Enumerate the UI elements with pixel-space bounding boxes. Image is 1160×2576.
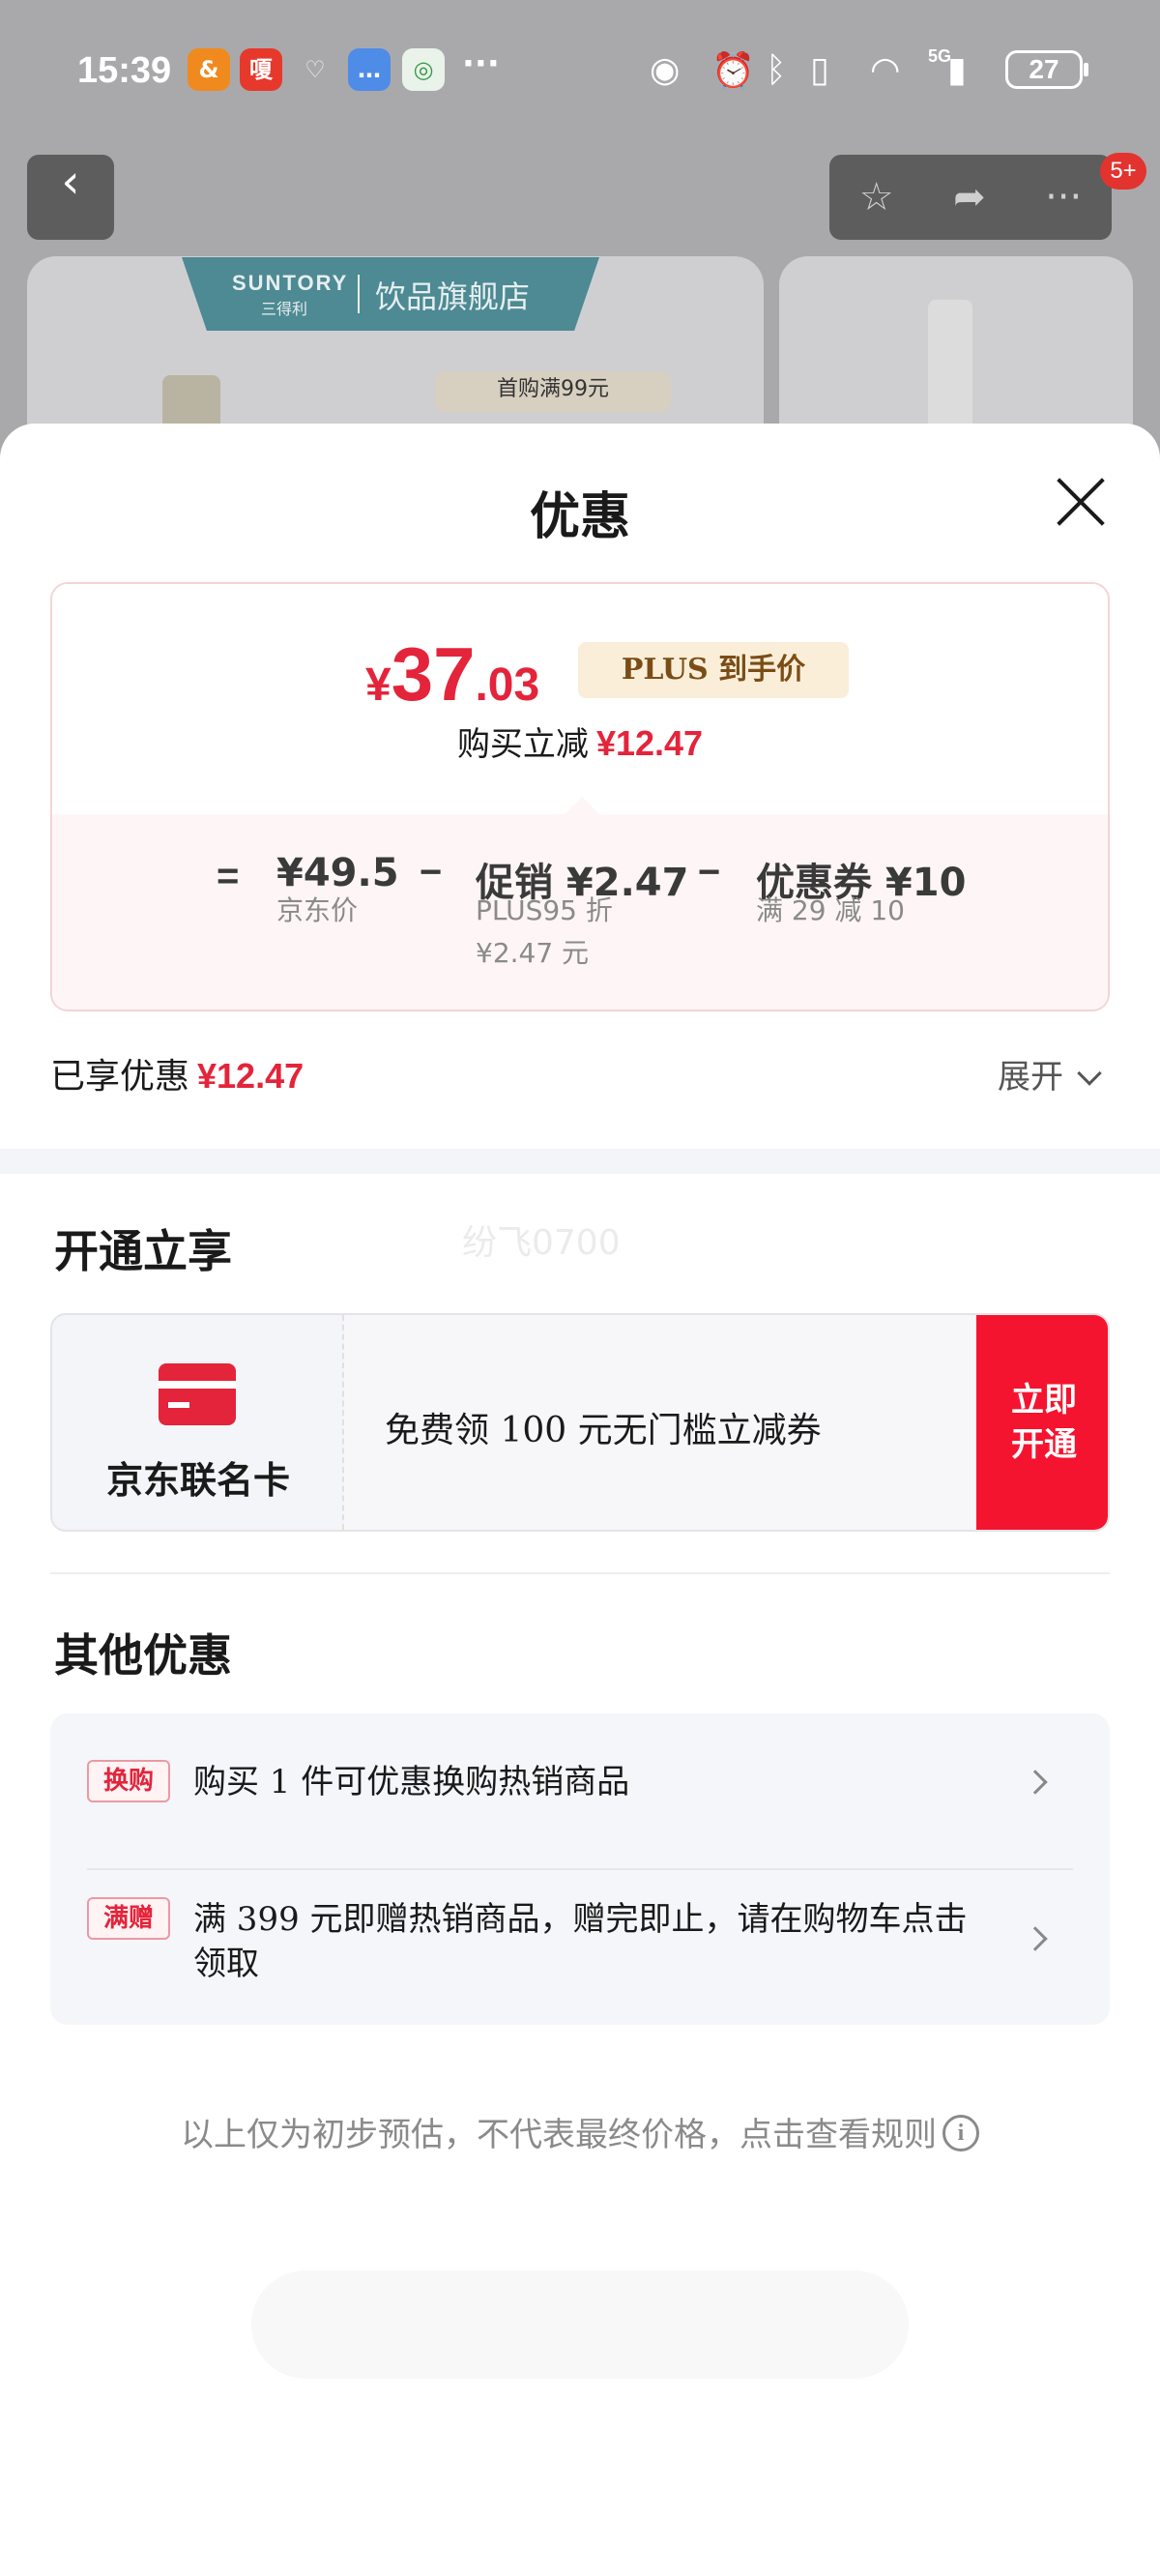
equals-operator: = — [217, 855, 240, 897]
instant-discount: 购买立减 ¥12.47 — [52, 717, 1108, 765]
price-summary: ¥37.03 PLUS 到手价 购买立减 ¥12.47 — [52, 584, 1108, 814]
status-bar: 15:39 & 嗄 ♡ … ◎ ··· ◉ ⏰ ᛒ ▯ ◠ 5G ▮ 27 — [0, 0, 1160, 145]
more-icon[interactable]: ··· — [1045, 175, 1082, 220]
trade-up-tag: 换购 — [87, 1760, 170, 1802]
section-gap — [0, 1149, 1160, 1174]
nav-action-group: ☆ ➦ ··· — [829, 155, 1112, 240]
chevron-down-icon — [1077, 1061, 1102, 1086]
enjoyed-discount-value: ¥12.47 — [197, 1056, 304, 1096]
star-icon[interactable]: ☆ — [859, 175, 894, 220]
minus-operator: − — [420, 851, 443, 893]
instant-discount-value: ¥12.47 — [595, 723, 704, 763]
sheet-title: 优惠 — [529, 487, 630, 546]
chevron-right-icon — [1023, 1770, 1048, 1795]
minus-operator: − — [698, 851, 721, 893]
final-price: ¥37.03 — [365, 630, 539, 718]
bluetooth-icon: ᛒ — [766, 50, 787, 90]
brand-name: SUNTORY — [232, 271, 349, 295]
other-offers-list: 换购 购买 1 件可优惠换购热销商品 满赠 满 399 元即赠热销商品，赠完即止… — [50, 1713, 1110, 2025]
watermark: 纷飞0700 — [462, 1223, 621, 1263]
discount-sheet: 优惠 ¥37.03 PLUS 到手价 购买立减 ¥12.47 = ¥49.5 京东… — [0, 424, 1160, 2576]
credit-card-icon — [159, 1363, 236, 1425]
currency-symbol: ¥ — [365, 659, 392, 711]
battery-indicator: 27 — [1005, 50, 1088, 89]
promotion-detail: PLUS95 折 — [476, 894, 613, 926]
card-name: 京东联名卡 — [105, 1458, 290, 1502]
promotion-detail: ¥2.47 元 — [476, 937, 590, 969]
gift-tag: 满赠 — [87, 1897, 170, 1940]
coupon-detail: 满 29 减 10 — [756, 894, 905, 926]
wifi-icon: ◠ — [870, 50, 901, 90]
share-icon[interactable]: ➦ — [953, 175, 986, 220]
card-offer-desc: 免费领 100 元无门槛立减券 — [385, 1411, 822, 1450]
item-divider — [87, 1868, 1073, 1870]
app-notification-icon: 嗄 — [240, 48, 282, 91]
eye-icon: ◉ — [650, 50, 681, 90]
rules-link[interactable]: 以上仅为初步预估，不代表最终价格，点击查看规则 i — [0, 2108, 1160, 2155]
card-notch — [565, 797, 599, 814]
price-decimal: .03 — [475, 659, 540, 711]
price-breakdown: = ¥49.5 京东价 − 促销 ¥2.47 PLUS95 折 ¥2.47 元 … — [52, 814, 1108, 1010]
message-icon: … — [348, 48, 391, 91]
status-time: 15:39 — [77, 50, 172, 91]
chevron-right-icon — [1023, 1926, 1048, 1951]
jd-price-label: 京东价 — [276, 894, 359, 926]
expand-button[interactable]: 展开 — [998, 1050, 1102, 1098]
mobile-app-icon: ◎ — [402, 48, 445, 91]
vibrate-icon: ▯ — [810, 50, 829, 90]
brand-subname: 三得利 — [261, 300, 308, 318]
instant-discount-label: 购买立减 — [456, 725, 589, 764]
bottom-button-placeholder — [251, 2270, 909, 2379]
back-button[interactable]: ‹ — [27, 155, 114, 240]
enjoyed-discount: 已享优惠 ¥12.47 — [50, 1048, 304, 1098]
store-name: 饮品旗舰店 — [375, 278, 531, 315]
cart-count-badge: 5+ — [1100, 153, 1146, 190]
open-section-title: 开通立享 — [54, 1225, 232, 1277]
more-notifications-icon: ··· — [462, 44, 500, 83]
chevron-left-icon: ‹ — [61, 155, 80, 209]
promo-tag: 首购满99元 — [435, 371, 671, 412]
section-divider — [50, 1572, 1110, 1574]
alarm-icon: ⏰ — [711, 51, 755, 91]
signal-icon: ▮ — [947, 50, 967, 90]
app-notification-icon: & — [188, 48, 230, 91]
open-now-button[interactable]: 立即开通 — [976, 1315, 1108, 1530]
offer-text: 满 399 元即赠热销商品，赠完即止，请在购物车点击领取 — [193, 1900, 968, 1983]
info-icon: i — [942, 2115, 979, 2152]
price-integer: 37 — [391, 631, 476, 717]
co-branded-card-offer[interactable]: 京东联名卡 免费领 100 元无门槛立减券 立即开通 — [50, 1313, 1110, 1532]
card-brand: 京东联名卡 — [52, 1315, 344, 1530]
plus-price-badge: PLUS 到手价 — [578, 642, 849, 698]
close-icon[interactable] — [1052, 472, 1110, 530]
brand-divider — [358, 275, 360, 313]
offer-text: 购买 1 件可优惠换购热销商品 — [193, 1763, 630, 1801]
disclaimer-text: 以上仅为初步预估，不代表最终价格，点击查看规则 — [181, 2116, 937, 2154]
wechat-icon: ♡ — [304, 56, 326, 83]
enjoyed-discount-label: 已享优惠 — [50, 1057, 190, 1097]
other-offers-title: 其他优惠 — [54, 1629, 232, 1682]
expand-label: 展开 — [998, 1058, 1063, 1097]
price-card: ¥37.03 PLUS 到手价 购买立减 ¥12.47 = ¥49.5 京东价 −… — [50, 582, 1110, 1011]
